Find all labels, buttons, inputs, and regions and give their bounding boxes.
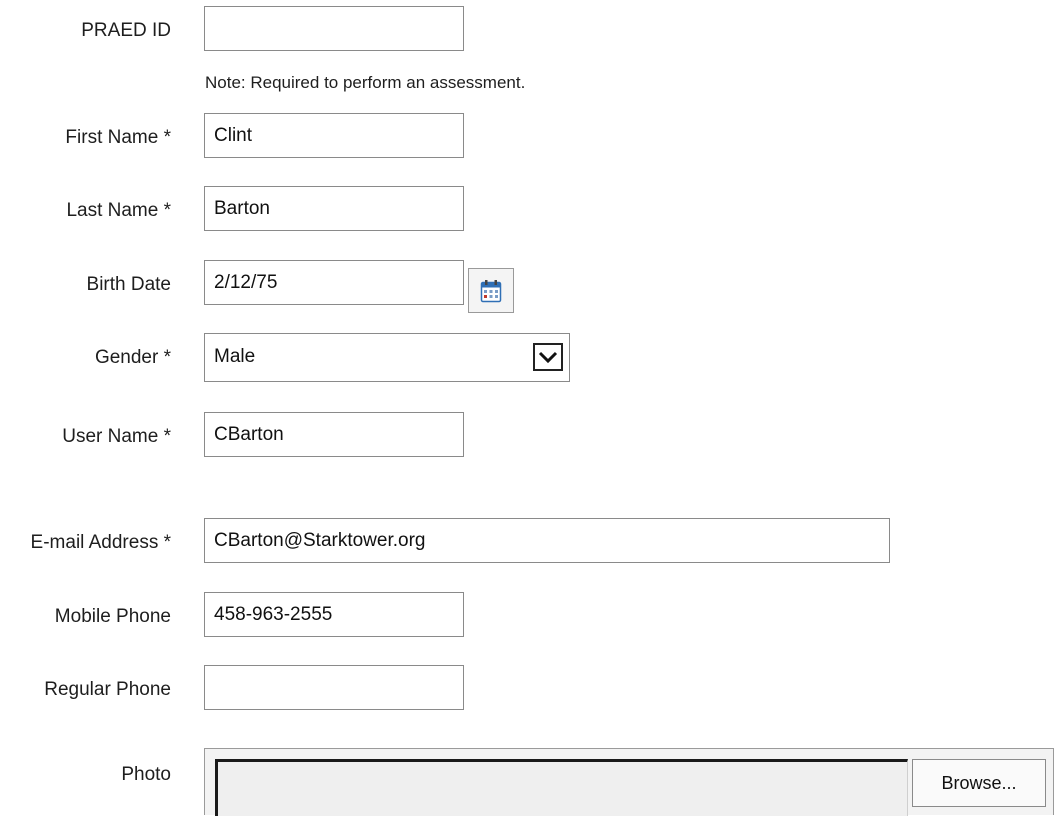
- praed-id-label: PRAED ID: [81, 20, 171, 41]
- praed-id-input[interactable]: [204, 6, 464, 51]
- birth-date-label: Birth Date: [86, 274, 171, 295]
- mobile-phone-input[interactable]: [204, 592, 464, 637]
- calendar-button[interactable]: [468, 268, 514, 313]
- photo-upload: Browse...: [204, 748, 1054, 816]
- user-name-label: User Name *: [62, 426, 171, 447]
- birth-date-input[interactable]: [204, 260, 464, 305]
- email-label: E-mail Address *: [30, 532, 171, 553]
- user-name-input[interactable]: [204, 412, 464, 457]
- gender-select[interactable]: Male: [204, 333, 570, 382]
- last-name-label: Last Name *: [66, 200, 171, 221]
- regular-phone-label: Regular Phone: [44, 679, 171, 700]
- last-name-input[interactable]: [204, 186, 464, 231]
- photo-path-field[interactable]: [215, 759, 908, 816]
- praed-id-note: Note: Required to perform an assessment.: [205, 73, 526, 92]
- first-name-input[interactable]: [204, 113, 464, 158]
- email-input[interactable]: [204, 518, 890, 563]
- mobile-phone-label: Mobile Phone: [54, 606, 171, 627]
- first-name-label: First Name *: [65, 127, 171, 148]
- calendar-icon: [480, 279, 502, 303]
- regular-phone-input[interactable]: [204, 665, 464, 710]
- chevron-down-icon[interactable]: [533, 343, 563, 371]
- gender-selected-value: Male: [214, 346, 256, 367]
- photo-label: Photo: [121, 764, 171, 785]
- browse-button[interactable]: Browse...: [912, 759, 1046, 807]
- gender-label: Gender *: [94, 347, 171, 368]
